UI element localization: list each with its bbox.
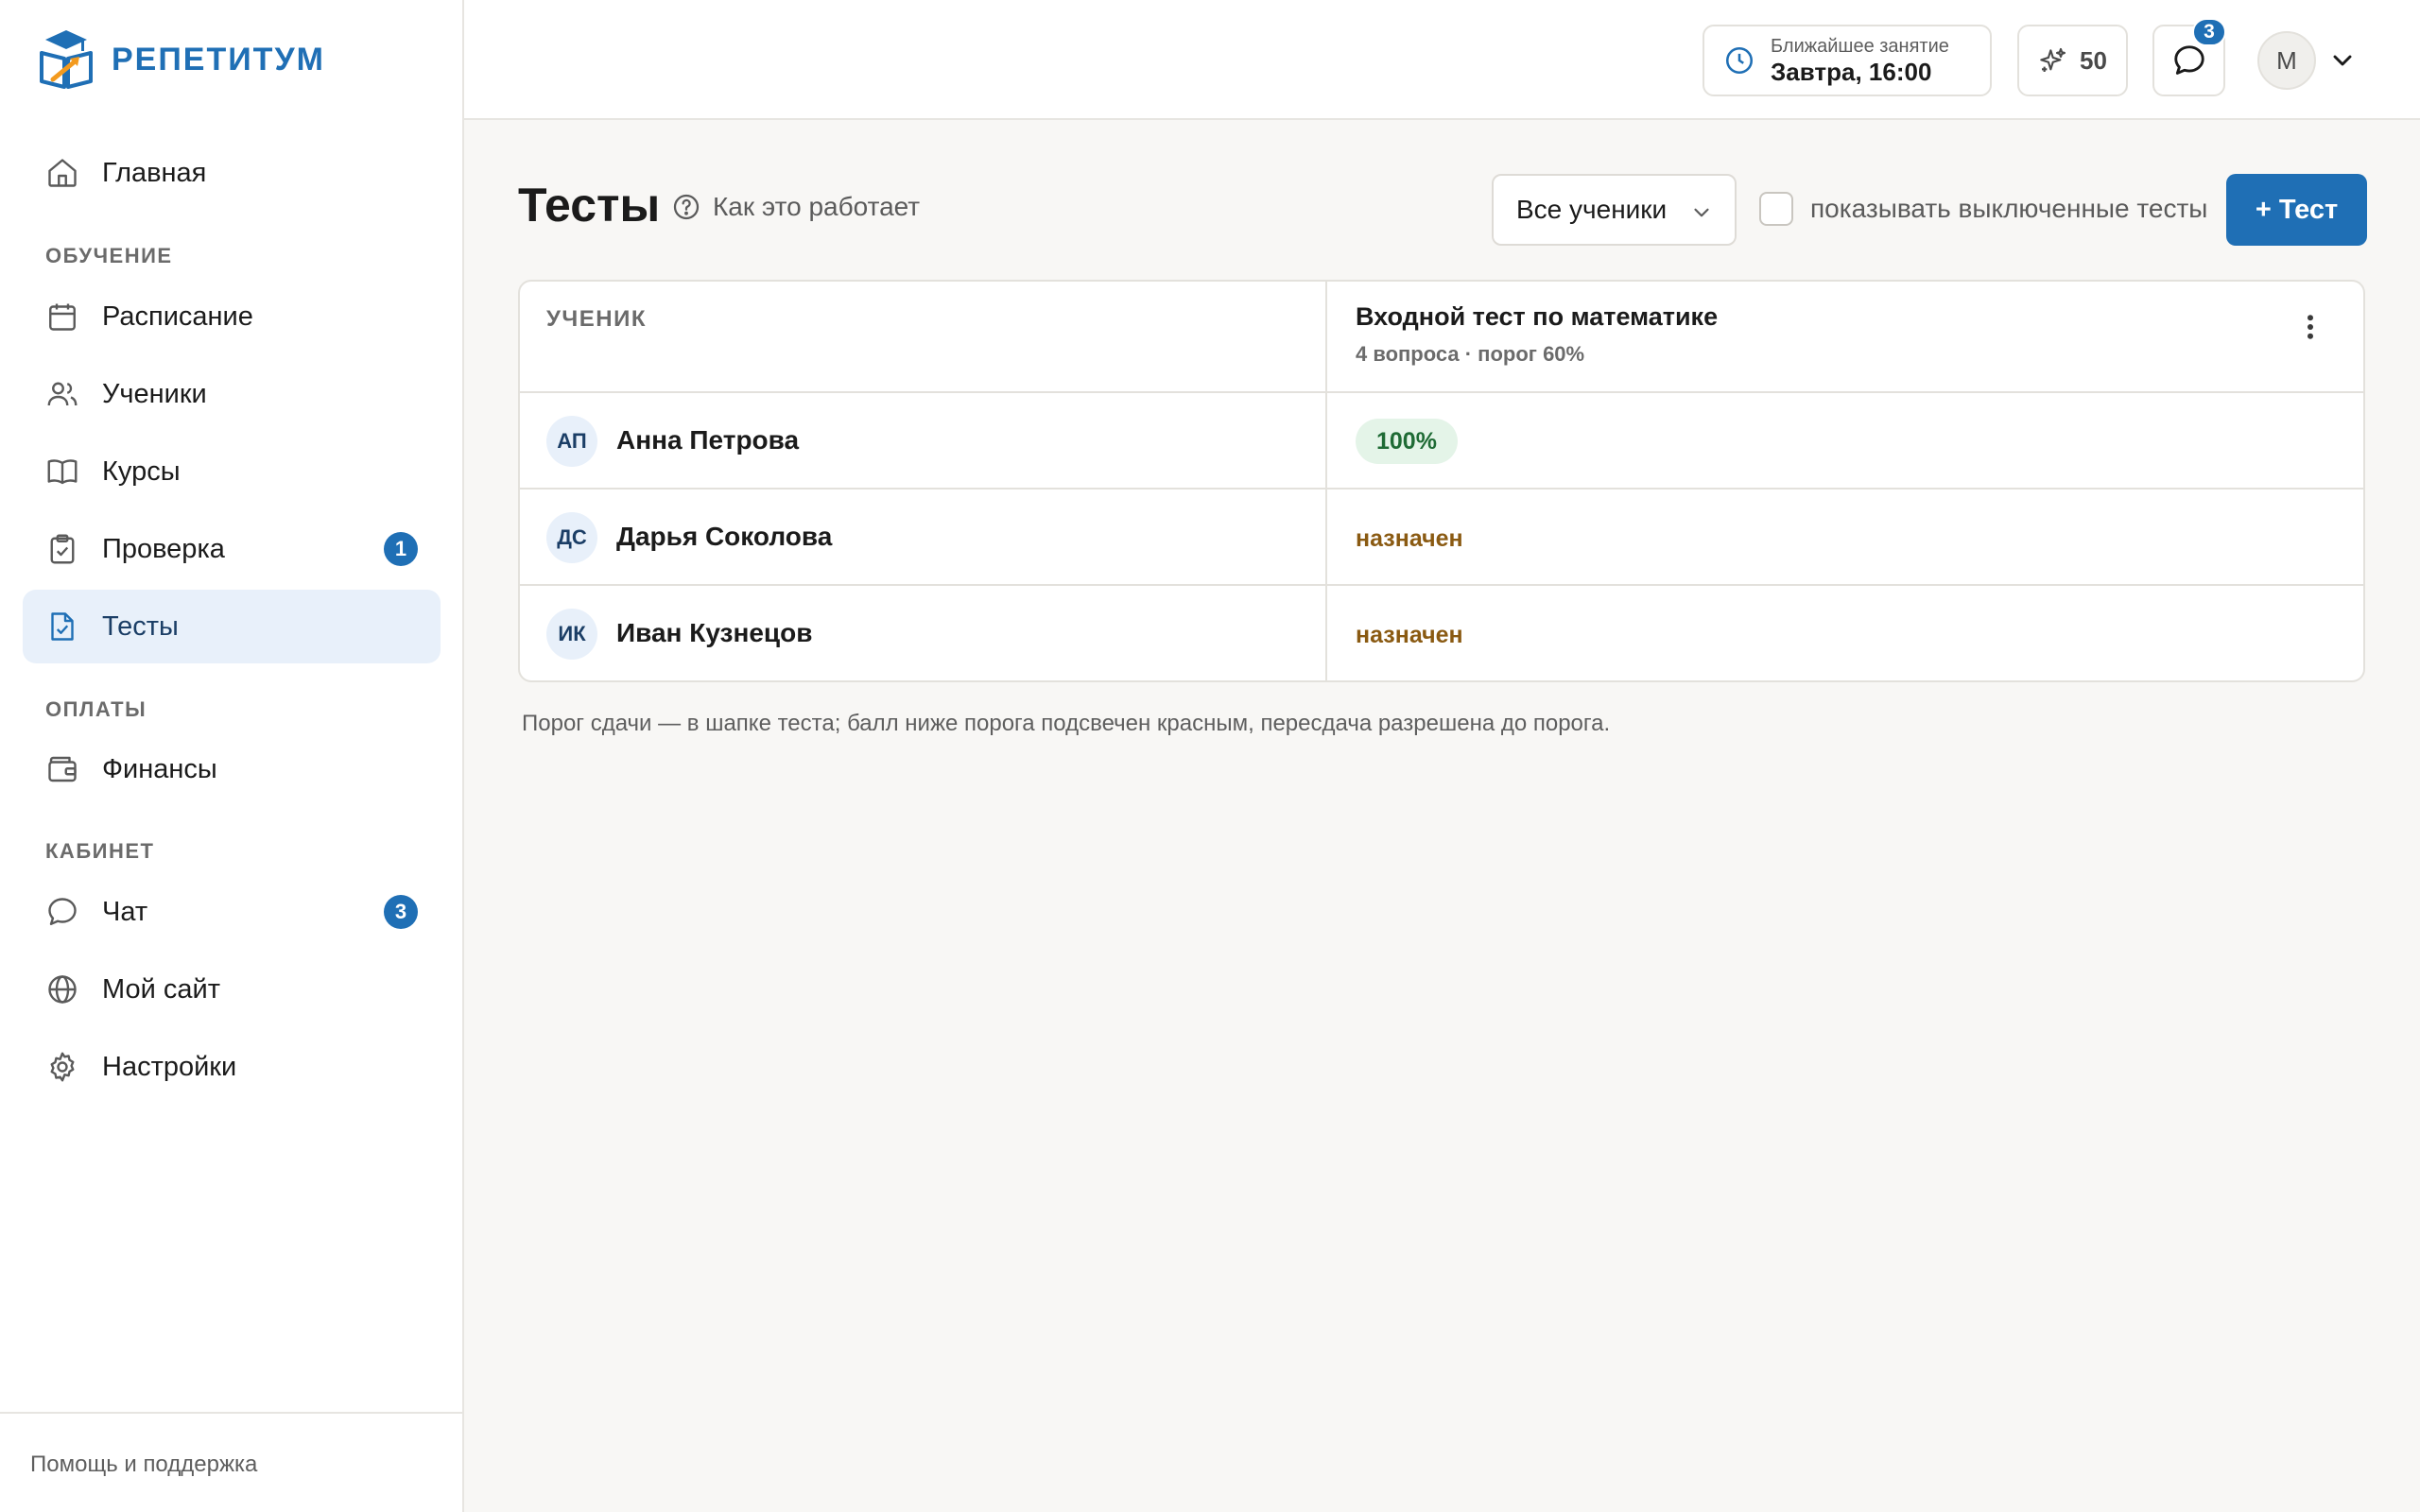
gear-icon bbox=[50, 1052, 75, 1082]
section-label-payments: ОПЛАТЫ bbox=[45, 697, 147, 721]
chat-icon bbox=[48, 898, 77, 925]
show-disabled-toggle[interactable]: показывать выключенные тесты bbox=[1759, 192, 2207, 226]
table-header: УЧЕНИК Входной тест по математике 4 вопр… bbox=[520, 282, 2363, 393]
sparkles-icon bbox=[2040, 47, 2066, 72]
next-lesson-card[interactable]: Ближайшее занятие Завтра, 16:00 bbox=[1703, 25, 1992, 96]
show-disabled-checkbox[interactable] bbox=[1759, 192, 1793, 226]
home-icon bbox=[48, 159, 77, 187]
sidebar-item-label: Финансы bbox=[102, 753, 217, 784]
student-initials-avatar: ИК bbox=[546, 609, 597, 660]
more-vertical-icon[interactable] bbox=[2293, 308, 2327, 346]
points-value: 50 bbox=[2080, 45, 2107, 75]
sidebar-item-tests[interactable]: Тесты bbox=[23, 590, 441, 663]
student-initials-avatar: ДС bbox=[546, 512, 597, 563]
sidebar-item-my-site[interactable]: Мой сайт bbox=[23, 953, 441, 1026]
sidebar-item-label: Проверка bbox=[102, 533, 225, 564]
chat-notification-badge: 3 bbox=[2192, 18, 2226, 46]
wallet-icon bbox=[48, 756, 77, 782]
student-name[interactable]: Иван Кузнецов bbox=[616, 618, 812, 648]
sidebar-footer: Помощь и поддержка bbox=[0, 1412, 462, 1512]
student-filter-select[interactable]: Все ученики bbox=[1492, 174, 1737, 246]
student-filter-value: Все ученики bbox=[1516, 195, 1668, 224]
next-lesson-text: Ближайшее занятие Завтра, 16:00 bbox=[1771, 35, 1949, 86]
sidebar-item-label: Главная bbox=[102, 157, 207, 188]
sidebar-item-review[interactable]: Проверка 1 bbox=[23, 512, 441, 586]
brand-logo[interactable]: РЕПЕТИТУМ bbox=[38, 28, 325, 91]
sidebar-item-label: Тесты bbox=[102, 610, 179, 642]
student-initials-avatar: АП bbox=[546, 416, 597, 467]
sidebar-item-courses[interactable]: Курсы bbox=[23, 435, 441, 508]
sidebar-item-schedule[interactable]: Расписание bbox=[23, 280, 441, 353]
student-column-header: УЧЕНИК bbox=[546, 306, 648, 332]
user-avatar[interactable]: М bbox=[2257, 31, 2316, 90]
help-support-link[interactable]: Помощь и поддержка bbox=[30, 1452, 257, 1478]
section-label-cabinet: КАБИНЕТ bbox=[45, 839, 155, 863]
student-name[interactable]: Дарья Соколова bbox=[616, 522, 832, 552]
chat-bubble-icon bbox=[2173, 45, 2204, 75]
test-column-subtitle: 4 вопроса · порог 60% bbox=[1356, 342, 1585, 366]
sidebar-item-label: Курсы bbox=[102, 455, 181, 487]
chevron-down-icon bbox=[1694, 208, 1709, 217]
page-title: Тесты bbox=[518, 179, 661, 232]
how-it-works-label: Как это работает bbox=[713, 192, 921, 221]
chevron-down-icon[interactable] bbox=[2327, 45, 2358, 76]
threshold-footnote: Порог сдачи — в шапке теста; балл ниже п… bbox=[522, 711, 1611, 736]
clipboard-check-icon bbox=[50, 534, 75, 564]
table-row[interactable]: ИК Иван Кузнецов назначен bbox=[520, 586, 2363, 680]
student-name[interactable]: Анна Петрова bbox=[616, 425, 799, 455]
review-count-badge: 1 bbox=[384, 532, 418, 566]
show-disabled-label: показывать выключенные тесты bbox=[1810, 194, 2208, 223]
next-lesson-label: Ближайшее занятие bbox=[1771, 36, 1949, 57]
assigned-status[interactable]: назначен bbox=[1356, 622, 1463, 649]
brand-name: РЕПЕТИТУМ bbox=[112, 41, 325, 77]
file-check-icon bbox=[51, 612, 74, 641]
sidebar-item-label: Чат bbox=[102, 896, 148, 927]
tests-table: УЧЕНИК Входной тест по математике 4 вопр… bbox=[518, 280, 2365, 682]
sidebar-item-home[interactable]: Главная bbox=[23, 136, 441, 210]
sidebar-item-students[interactable]: Ученики bbox=[23, 357, 441, 431]
sidebar-item-label: Ученики bbox=[102, 378, 207, 409]
sidebar-item-settings[interactable]: Настройки bbox=[23, 1030, 441, 1104]
assigned-status[interactable]: назначен bbox=[1356, 525, 1463, 553]
sidebar-item-label: Мой сайт bbox=[102, 973, 220, 1005]
calendar-icon bbox=[49, 303, 76, 331]
users-icon bbox=[47, 382, 78, 406]
sidebar-item-label: Расписание bbox=[102, 301, 253, 332]
section-label-learning: ОБУЧЕНИЕ bbox=[45, 244, 173, 267]
sidebar: РЕПЕТИТУМ Главная ОБУЧЕНИЕ Расписание Уч… bbox=[0, 0, 464, 1512]
clock-icon bbox=[1725, 46, 1754, 75]
sidebar-item-finance[interactable]: Финансы bbox=[23, 732, 441, 806]
test-column-title[interactable]: Входной тест по математике bbox=[1356, 302, 1718, 332]
help-circle-icon bbox=[673, 194, 700, 220]
globe-icon bbox=[48, 975, 77, 1004]
table-row[interactable]: АП Анна Петрова 100% bbox=[520, 393, 2363, 490]
table-row[interactable]: ДС Дарья Соколова назначен bbox=[520, 490, 2363, 586]
logo-book-cap-icon bbox=[40, 30, 93, 89]
book-icon bbox=[47, 459, 78, 485]
add-test-button[interactable]: + Тест bbox=[2226, 174, 2367, 246]
points-button[interactable]: 50 bbox=[2017, 25, 2128, 96]
next-lesson-value: Завтра, 16:00 bbox=[1771, 58, 1932, 86]
how-it-works-link[interactable]: Как это работает bbox=[671, 192, 920, 222]
chat-count-badge: 3 bbox=[384, 895, 418, 929]
sidebar-item-chat[interactable]: Чат 3 bbox=[23, 875, 441, 949]
sidebar-item-label: Настройки bbox=[102, 1051, 237, 1082]
score-badge[interactable]: 100% bbox=[1356, 419, 1458, 464]
top-bar: Ближайшее занятие Завтра, 16:00 50 3 М bbox=[464, 0, 2420, 120]
